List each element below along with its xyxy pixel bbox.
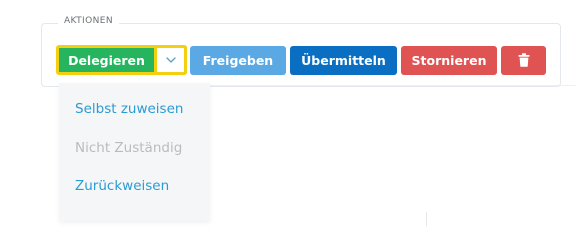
dropdown-item-not-responsible: Nicht Zuständig [75, 140, 183, 156]
trash-icon [518, 53, 529, 67]
delete-button[interactable] [501, 45, 546, 75]
delegate-button[interactable]: Delegieren [56, 45, 157, 75]
release-button[interactable]: Freigeben [190, 45, 286, 75]
delegate-dropdown-toggle[interactable] [157, 45, 187, 75]
dropdown-item-reject[interactable]: Zurückweisen [75, 178, 169, 194]
actions-toolbar: Delegieren Freigeben Übermitteln Stornie… [56, 45, 546, 75]
chevron-down-icon [165, 57, 176, 63]
dropdown-item-assign-self[interactable]: Selbst zuweisen [75, 101, 183, 117]
page: AKTIONEN Delegieren Freigeben Übermittel… [0, 0, 576, 247]
delegate-dropdown-menu: Selbst zuweisen Nicht Zuständig Zurückwe… [59, 83, 210, 221]
divider-line [426, 212, 427, 226]
transmit-button[interactable]: Übermitteln [290, 45, 397, 75]
actions-panel-legend: AKTIONEN [58, 16, 119, 26]
cancel-button[interactable]: Stornieren [401, 45, 497, 75]
